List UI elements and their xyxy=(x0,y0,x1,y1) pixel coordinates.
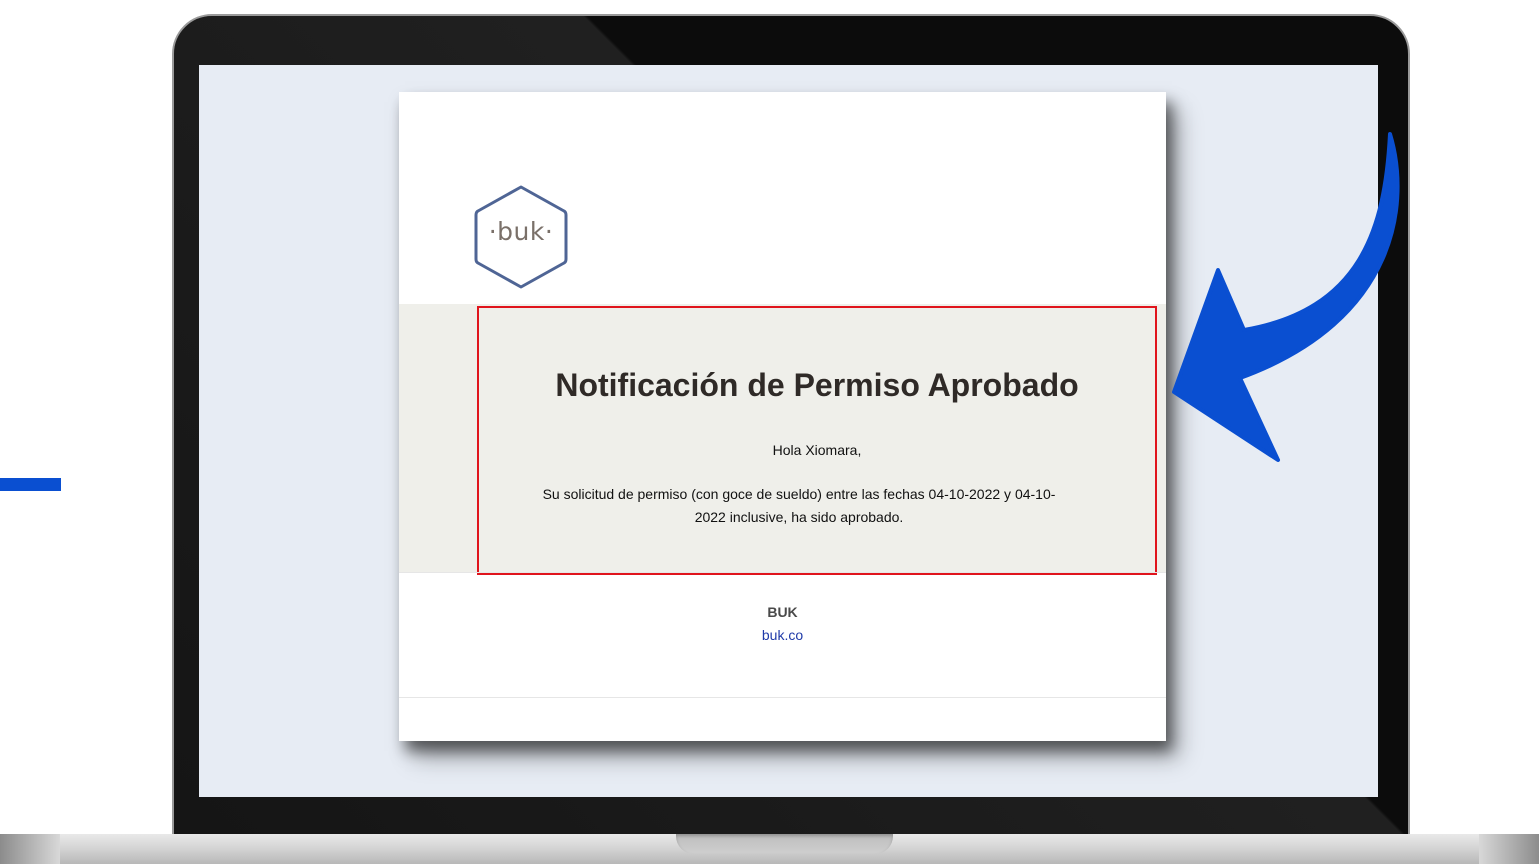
laptop-base-notch xyxy=(676,834,893,854)
logo-text: ·buk· xyxy=(488,217,554,246)
footer-link[interactable]: buk.co xyxy=(399,627,1166,643)
highlight-box xyxy=(477,306,1157,575)
curved-arrow-icon xyxy=(1172,132,1400,462)
email-card: ·buk· Notificación de Permiso Aprobado H… xyxy=(399,92,1166,741)
footer-divider-bottom xyxy=(399,697,1166,698)
footer-divider-top xyxy=(399,572,1166,573)
laptop-base-right-edge xyxy=(1479,834,1539,864)
accent-bar xyxy=(0,478,61,491)
email-title: Notificación de Permiso Aprobado xyxy=(555,367,1079,403)
stage: ·buk· Notificación de Permiso Aprobado H… xyxy=(0,0,1539,864)
buk-logo: ·buk· xyxy=(473,184,569,290)
laptop-base-left-edge xyxy=(0,834,60,864)
footer-company: BUK xyxy=(767,604,798,620)
greeting-text: Hola Xiomara, xyxy=(772,442,862,458)
body-text: Su solicitud de permiso (con goce de sue… xyxy=(542,486,1056,525)
